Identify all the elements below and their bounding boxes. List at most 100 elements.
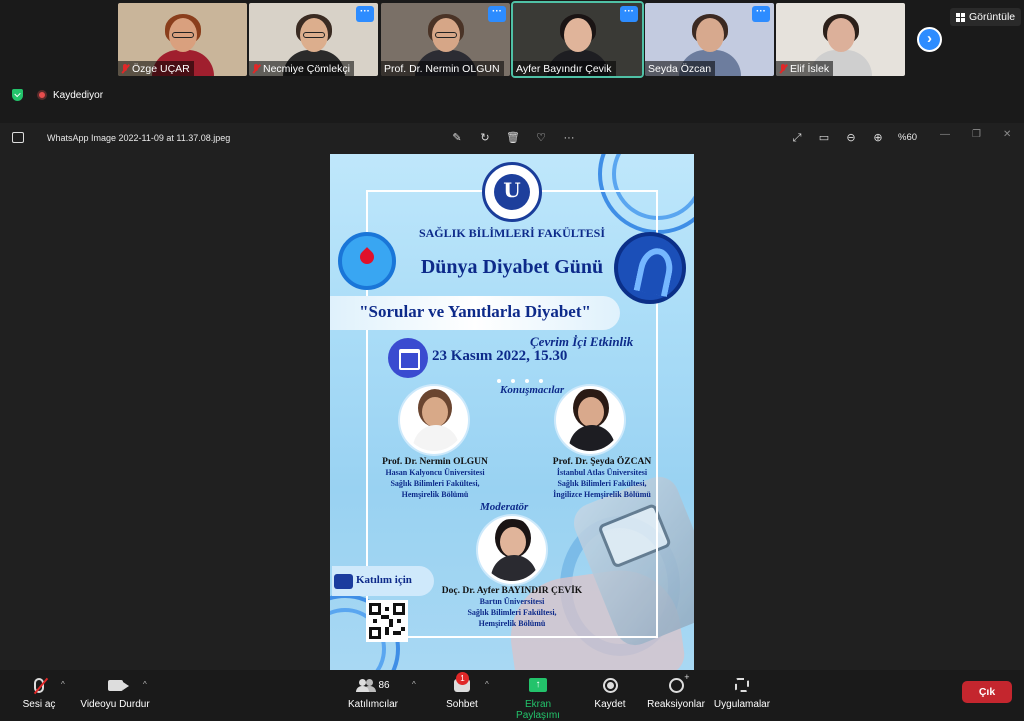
- muted-mic-icon: [779, 64, 787, 74]
- moderator-heading: Moderatör: [480, 501, 529, 513]
- participant-more-button[interactable]: ···: [488, 6, 506, 22]
- viewer-filename: WhatsApp Image 2022-11-09 at 11.37.08.jp…: [47, 133, 231, 143]
- zoom-in-icon[interactable]: ⊕: [871, 131, 885, 145]
- speaker1-line1: Hasan Kalyoncu Üniversitesi: [385, 468, 485, 477]
- video-camera-icon: [334, 574, 353, 589]
- muted-mic-icon: [252, 64, 260, 74]
- favorite-icon[interactable]: ♡: [534, 131, 548, 145]
- speaker2-line3: İngilizce Hemşirelik Bölümü: [553, 490, 651, 499]
- video-options-caret-icon[interactable]: ^: [143, 680, 147, 689]
- participant-tile[interactable]: Özge UÇAR: [118, 3, 247, 76]
- leave-meeting-button[interactable]: Çık: [962, 681, 1012, 703]
- close-icon[interactable]: ✕: [1003, 129, 1011, 140]
- speaker1-photo: [400, 386, 468, 454]
- participant-tile[interactable]: Seyda Özcan ···: [645, 3, 774, 76]
- apps-button[interactable]: Uygulamalar: [712, 674, 772, 710]
- event-subtitle: "Sorular ve Yanıtlarla Diyabet": [359, 302, 591, 321]
- participant-more-button[interactable]: ···: [620, 6, 638, 22]
- participant-tile[interactable]: Necmiye Çömlekçi ···: [249, 3, 378, 76]
- view-button[interactable]: Görüntüle: [950, 8, 1022, 26]
- recording-indicator[interactable]: Kaydediyor: [37, 90, 103, 101]
- participant-name-label: Özge UÇAR: [118, 61, 194, 76]
- video-camera-icon: [107, 679, 129, 691]
- participants-options-caret-icon[interactable]: ^: [412, 680, 416, 689]
- stop-video-button[interactable]: Videoyu Durdur: [78, 674, 152, 710]
- speakers-heading: Konuşmacılar: [500, 384, 565, 396]
- speaker2-name: Prof. Dr. Şeyda ÖZCAN: [552, 457, 652, 467]
- participant-name-label: Necmiye Çömlekçi: [249, 61, 354, 76]
- moderator-info: Doç. Dr. Ayfer BAYINDIR ÇEVİK Bartın Üni…: [430, 586, 594, 629]
- record-dot-icon: [37, 90, 47, 100]
- event-date: 23 Kasım 2022, 15.30: [432, 348, 568, 364]
- university-logo: [482, 162, 542, 222]
- meeting-status: Kaydediyor: [12, 86, 103, 104]
- delete-icon[interactable]: 🗑: [506, 131, 520, 145]
- moderator-photo: [478, 516, 546, 584]
- maximize-icon[interactable]: ❐: [972, 129, 981, 140]
- view-button-label: Görüntüle: [969, 11, 1016, 23]
- unmute-label: Sesi aç: [22, 699, 56, 710]
- participants-button[interactable]: 86 Katılımcılar: [346, 674, 400, 710]
- speaker2-info: Prof. Dr. Şeyda ÖZCAN İstanbul Atlas Üni…: [520, 457, 684, 500]
- viewer-tools: ✎ ↻ 🗑 ♡ ···: [450, 131, 576, 145]
- speaker2-line1: İstanbul Atlas Üniversitesi: [556, 468, 648, 477]
- security-shield-icon[interactable]: [12, 89, 23, 101]
- participant-tile[interactable]: Prof. Dr. Nermin OLGUN ···: [381, 3, 510, 76]
- speaker2-photo: [556, 386, 624, 454]
- speaker1-line2: Sağlık Bilimleri Fakültesi,: [390, 479, 480, 488]
- shared-screen-photo-viewer: WhatsApp Image 2022-11-09 at 11.37.08.jp…: [0, 123, 1024, 670]
- participant-strip: Özge UÇAR Necmiye Çömlekçi ··· Prof. Dr. Ne…: [0, 0, 1024, 80]
- zoom-level: %60: [898, 132, 918, 143]
- chat-options-caret-icon[interactable]: ^: [485, 680, 489, 689]
- participant-name: Elif İslek: [790, 63, 830, 75]
- microphone-muted-icon: [34, 677, 44, 693]
- minimize-icon[interactable]: —: [940, 129, 950, 140]
- zoom-out-icon[interactable]: ⊖: [844, 131, 858, 145]
- fullscreen-icon[interactable]: ⤢: [790, 131, 804, 145]
- calendar-icon: [388, 338, 428, 378]
- participant-name-label: Elif İslek: [776, 61, 834, 76]
- unmute-button[interactable]: Sesi aç: [18, 674, 60, 710]
- share-screen-label: Ekran Paylaşımı: [516, 699, 560, 721]
- decorative-dots: [497, 379, 543, 383]
- reactions-label: Reaksiyonlar: [647, 699, 705, 710]
- participant-tile[interactable]: Elif İslek: [776, 3, 905, 76]
- participant-name: Necmiye Çömlekçi: [263, 63, 350, 75]
- speaker2-line2: Sağlık Bilimleri Fakültesi,: [557, 479, 647, 488]
- more-options-icon[interactable]: ···: [562, 131, 576, 145]
- participant-name: Prof. Dr. Nermin OLGUN: [384, 63, 500, 75]
- fit-to-window-icon[interactable]: ▭: [817, 131, 831, 145]
- stop-video-label: Videoyu Durdur: [80, 699, 150, 710]
- viewer-zoom-tools: ⤢ ▭ ⊖ ⊕ %60: [790, 131, 917, 145]
- qr-code: [366, 600, 408, 642]
- participant-name-label: Ayfer Bayındır Çevik: [513, 61, 616, 76]
- participant-name: Özge UÇAR: [132, 63, 190, 75]
- record-button[interactable]: Kaydet: [592, 674, 628, 710]
- share-screen-button[interactable]: ↑ Ekran Paylaşımı: [502, 674, 574, 721]
- chat-button[interactable]: 1 Sohbet: [442, 672, 482, 710]
- meeting-toolbar: Sesi aç ^ Videoyu Durdur ^ 86 Katılımcıl…: [0, 670, 1024, 721]
- participant-tile[interactable]: Ayfer Bayındır Çevik ···: [511, 1, 644, 78]
- edit-icon[interactable]: ✎: [450, 131, 464, 145]
- share-screen-icon: ↑: [529, 678, 547, 692]
- viewer-titlebar: WhatsApp Image 2022-11-09 at 11.37.08.jp…: [0, 123, 1024, 154]
- apps-icon: [735, 678, 749, 692]
- participant-more-button[interactable]: ···: [752, 6, 770, 22]
- recording-label: Kaydediyor: [53, 89, 104, 101]
- next-page-button[interactable]: ›: [917, 27, 942, 52]
- moderator-line1: Bartın Üniversitesi: [479, 597, 545, 606]
- participant-more-button[interactable]: ···: [356, 6, 374, 22]
- participant-name-label: Seyda Özcan: [645, 61, 716, 76]
- muted-mic-icon: [121, 64, 129, 74]
- join-label: Katılım için: [356, 574, 412, 586]
- participant-name: Seyda Özcan: [648, 63, 712, 75]
- participant-name: Ayfer Bayındır Çevik: [516, 63, 612, 75]
- record-label: Kaydet: [594, 699, 626, 710]
- reactions-button[interactable]: Reaksiyonlar: [646, 672, 706, 711]
- reaction-emoji-icon: [668, 672, 690, 693]
- rotate-icon[interactable]: ↻: [478, 131, 492, 145]
- participants-label: Katılımcılar: [347, 699, 398, 710]
- grid-view-icon: [956, 12, 965, 22]
- participant-count: 86: [378, 679, 390, 691]
- audio-options-caret-icon[interactable]: ^: [61, 680, 65, 689]
